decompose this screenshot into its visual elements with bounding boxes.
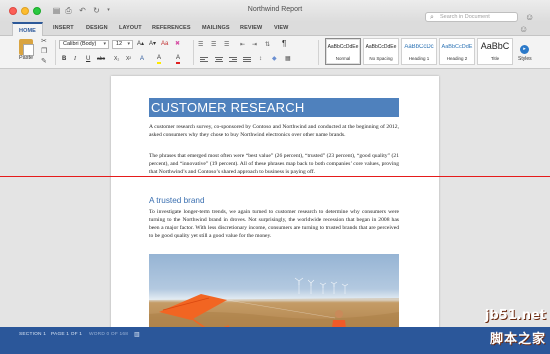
proofing-book-icon[interactable]: ▥ [134, 331, 140, 338]
word-window: ▤ ⎙ ↶ ↻ ▾ Northwind Report ⌕ Search in D… [0, 0, 550, 354]
bold-button[interactable]: B [62, 55, 66, 63]
chevron-down-icon: ▾ [127, 41, 130, 47]
increase-indent-icon[interactable]: ⇥ [252, 41, 257, 49]
font-name-value: Calibri (Body) [63, 41, 97, 47]
tab-home[interactable]: HOME [12, 22, 43, 37]
title-bar: ▤ ⎙ ↶ ↻ ▾ Northwind Report ⌕ Search in D… [0, 0, 550, 22]
font-color-button[interactable]: A [176, 54, 181, 64]
body-paragraph: A customer research survey, co-sponsored… [149, 124, 399, 139]
divider [193, 40, 194, 65]
copy-icon[interactable]: ❐ [41, 48, 47, 56]
style-name: Heading 1 [408, 56, 430, 61]
format-painter-icon[interactable]: ✎ [41, 58, 47, 66]
section-heading: A trusted brand [149, 196, 205, 205]
ribbon-tab-bar: HOME INSERT DESIGN LAYOUT REFERENCES MAI… [0, 22, 550, 37]
word-count[interactable]: WORD 0 OF 168 [89, 332, 128, 337]
font-size-select[interactable]: 12 ▾ [112, 40, 133, 49]
font-size-value: 12 [116, 41, 123, 47]
font-name-select[interactable]: Calibri (Body) ▾ [59, 40, 109, 49]
numbering-icon[interactable]: ☰ [211, 41, 216, 49]
styles-pane-label[interactable]: Styles [518, 56, 532, 62]
sort-icon[interactable]: ⇅ [265, 41, 270, 49]
kite-field-photo[interactable] [149, 254, 399, 327]
style-name: Title [490, 56, 500, 61]
tab-review[interactable]: REVIEW [240, 25, 262, 31]
status-bar: SECTION 1 PAGE 1 OF 1 WORD 0 OF 168 ▥ [0, 327, 550, 354]
page-indicator[interactable]: PAGE 1 OF 1 [51, 332, 82, 337]
justify-icon[interactable] [243, 57, 251, 64]
tab-design[interactable]: DESIGN [86, 25, 108, 31]
watermark-chinese: 脚本之家 [489, 332, 546, 347]
tab-layout[interactable]: LAYOUT [119, 25, 142, 31]
clear-formatting-icon[interactable]: ✖ [175, 40, 180, 48]
site-watermark-logo: jb51.net 脚本之家 [474, 308, 548, 352]
style-title[interactable]: AaBbC Title [477, 38, 513, 65]
style-name: Normal [335, 56, 351, 61]
watermark-domain: jb51.net [484, 308, 546, 323]
multilevel-list-icon[interactable]: ☰ [224, 41, 229, 49]
tab-insert[interactable]: INSERT [53, 25, 74, 31]
decrease-indent-icon[interactable]: ⇤ [240, 41, 245, 49]
bullets-icon[interactable]: ☰ [198, 41, 203, 49]
feedback-icon[interactable]: ☺ [519, 25, 528, 34]
italic-button[interactable]: I [74, 55, 76, 63]
style-sample: AaBbC [480, 41, 510, 51]
style-sample: AaBbCcDdEe [365, 44, 397, 50]
borders-icon[interactable]: ▦ [285, 55, 291, 63]
search-icon: ⌕ [430, 14, 434, 21]
highlight-color-button[interactable]: A [157, 54, 162, 64]
body-paragraph: The phrases that emerged most often were… [149, 153, 399, 176]
subscript-button[interactable]: X₂ [114, 55, 119, 63]
paste-icon[interactable] [19, 39, 34, 56]
style-no-spacing[interactable]: AaBbCcDdEe No Spacing [363, 38, 399, 65]
document-title: CUSTOMER RESEARCH [149, 98, 399, 117]
styles-pane-icon[interactable]: ▸ [520, 45, 529, 54]
cut-icon[interactable]: ✂ [41, 38, 47, 46]
paste-label[interactable]: Paste [19, 55, 33, 61]
styles-gallery: AaBbCcDdEe Normal AaBbCcDdEe No Spacing … [325, 38, 513, 65]
search-placeholder: Search in Document [440, 14, 490, 20]
chevron-down-icon: ▾ [103, 41, 106, 47]
tab-mailings[interactable]: MAILINGS [202, 25, 230, 31]
style-sample: AaBbCcDdEe [327, 44, 359, 50]
style-heading-2[interactable]: AaBbCcDdE Heading 2 [439, 38, 475, 65]
style-heading-1[interactable]: AaBbCcDc Heading 1 [401, 38, 437, 65]
text-effects-icon[interactable]: A [140, 55, 144, 63]
align-left-icon[interactable] [200, 57, 208, 64]
share-icon[interactable]: ☺ [525, 12, 534, 22]
tab-view[interactable]: VIEW [274, 25, 288, 31]
style-sample: AaBbCcDc [404, 44, 434, 50]
underline-button[interactable]: U [86, 55, 90, 63]
align-center-icon[interactable] [215, 57, 223, 64]
divider [318, 40, 319, 65]
style-name: No Spacing [369, 56, 393, 61]
align-right-icon[interactable] [229, 57, 237, 64]
show-formatting-button[interactable]: ¶ [282, 40, 286, 48]
ribbon-home: Paste ✂ ❐ ✎ Calibri (Body) ▾ 12 ▾ A▴ A▾ … [0, 36, 550, 69]
body-paragraph: To investigate longer-term trends, we ag… [149, 209, 399, 240]
line-spacing-icon[interactable]: ↕ [259, 55, 262, 63]
shading-icon[interactable]: ◆ [272, 55, 277, 63]
tab-references[interactable]: REFERENCES [152, 25, 191, 31]
grow-font-button[interactable]: A▴ [137, 40, 144, 48]
style-sample: AaBbCcDdE [441, 44, 473, 50]
superscript-button[interactable]: X² [126, 55, 131, 63]
section-indicator[interactable]: SECTION 1 [19, 332, 46, 337]
shrink-font-button[interactable]: A▾ [149, 40, 156, 48]
style-name: Heading 2 [446, 56, 468, 61]
divider [55, 40, 56, 65]
horizontal-marker-line [0, 176, 550, 177]
photo-illustration [149, 277, 399, 327]
style-normal[interactable]: AaBbCcDdEe Normal [325, 38, 361, 65]
document-canvas[interactable]: CUSTOMER RESEARCH A customer research su… [0, 69, 550, 327]
search-document-field[interactable]: ⌕ Search in Document [425, 12, 518, 22]
strikethrough-button[interactable]: abc [97, 55, 105, 63]
change-case-icon[interactable]: Aa [161, 40, 168, 48]
document-page[interactable]: CUSTOMER RESEARCH A customer research su… [111, 76, 439, 327]
